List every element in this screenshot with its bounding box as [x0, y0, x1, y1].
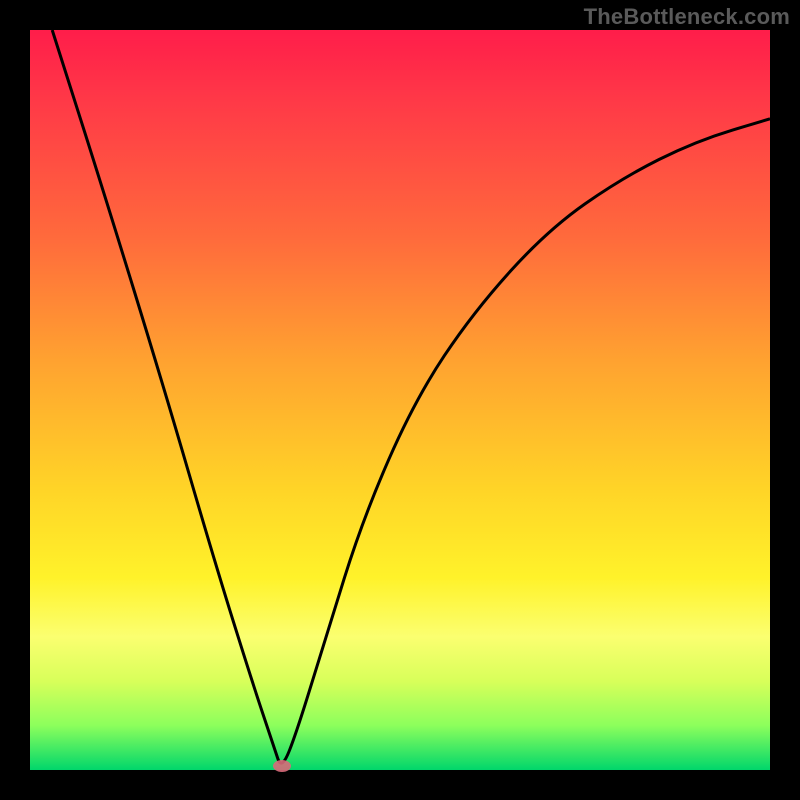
bottleneck-curve — [52, 30, 770, 763]
curve-svg — [30, 30, 770, 770]
min-marker — [273, 760, 291, 772]
chart-frame: TheBottleneck.com — [0, 0, 800, 800]
watermark-text: TheBottleneck.com — [584, 4, 790, 30]
plot-area — [30, 30, 770, 770]
